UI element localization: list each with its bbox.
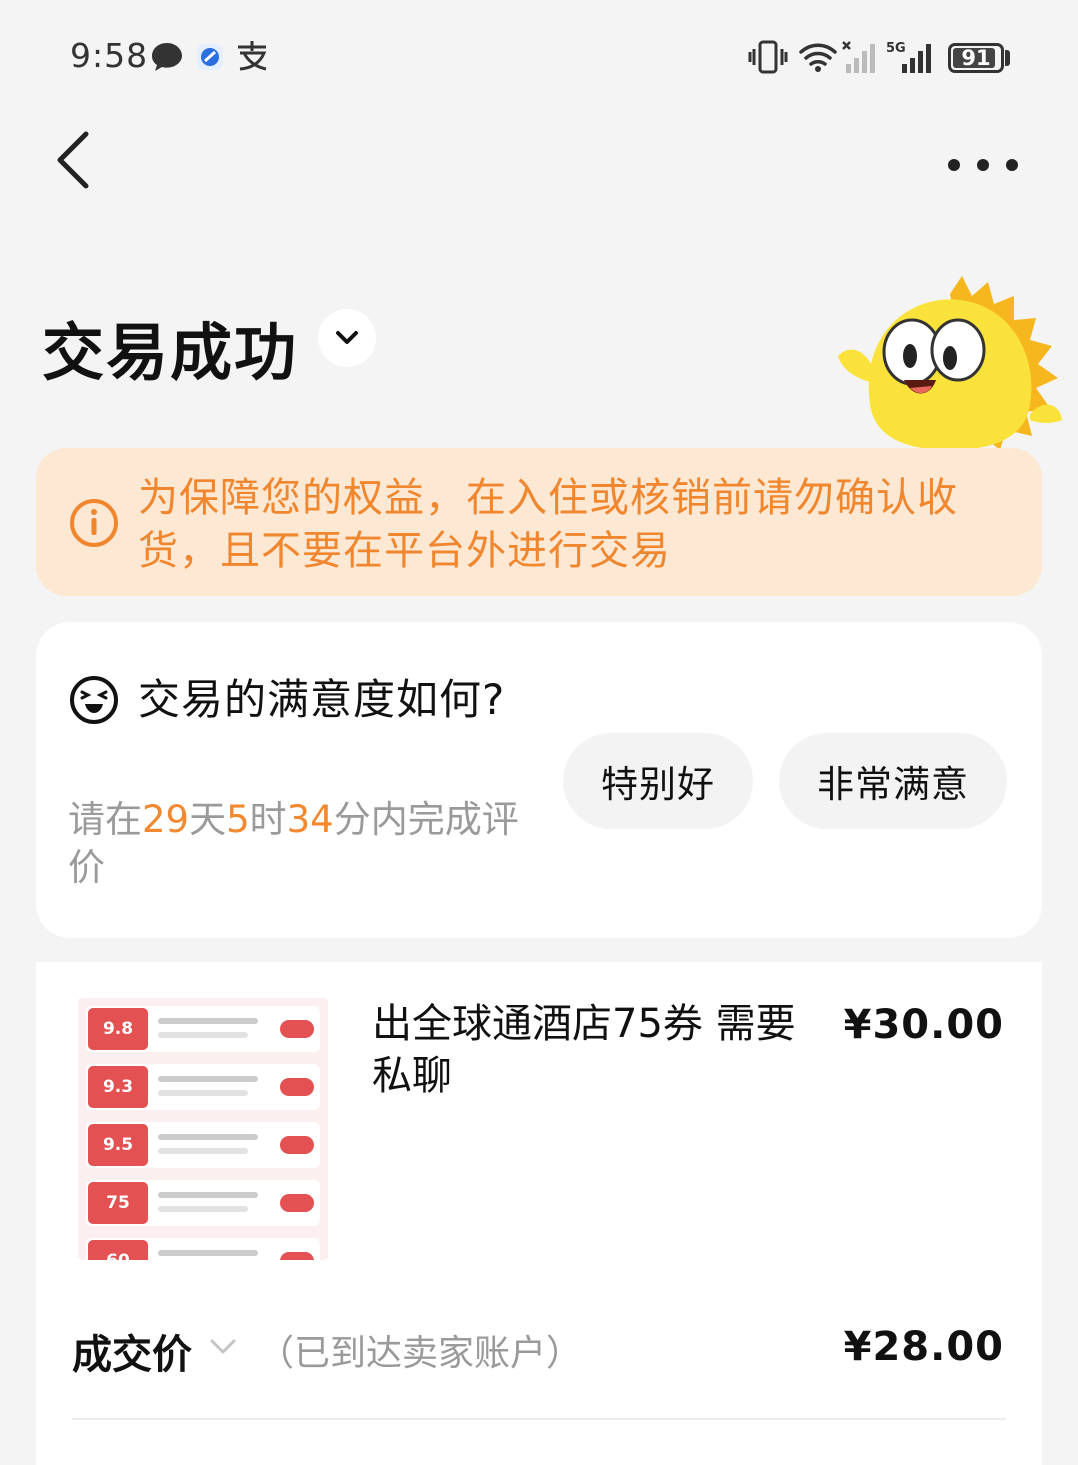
satisfaction-question: 交易的满意度如何?	[138, 675, 506, 724]
more-button[interactable]	[948, 148, 1018, 182]
mascot-illustration	[830, 274, 1070, 454]
status-time: 9:58	[70, 36, 149, 75]
alipay-icon	[234, 38, 270, 72]
svg-text:5G: 5G	[886, 41, 906, 56]
thumbnail-score: 9.8	[88, 1008, 148, 1050]
deadline-minutes: 34	[286, 798, 334, 841]
signal-5g-icon: 5G	[886, 40, 938, 74]
thumbnail-row: 9.3	[86, 1064, 320, 1110]
thumbnail-row: 9.5	[86, 1122, 320, 1168]
battery-level: 91	[961, 46, 991, 70]
thumbnail-score: 9.3	[88, 1066, 148, 1108]
deadline-hours-unit: 时	[249, 798, 287, 841]
signal-icon	[842, 40, 878, 74]
status-bar: 9:58 5G 91	[0, 0, 1078, 118]
battery-cap	[1005, 50, 1010, 66]
thumbnail-score: 9.5	[88, 1124, 148, 1166]
deal-price-value: ¥28.00	[843, 1324, 1004, 1370]
safety-notice-text: 为保障您的权益，在入住或核销前请勿确认收货，且不要在平台外进行交易	[138, 475, 958, 574]
thumbnail-row: 75	[86, 1180, 320, 1226]
more-dot	[977, 159, 989, 171]
product-title[interactable]: 出全球通酒店75券 需要私聊	[372, 998, 822, 1102]
divider	[72, 1418, 1006, 1420]
deadline-days-unit: 天	[189, 798, 227, 841]
rating-option-very-good[interactable]: 特别好	[563, 733, 753, 829]
status-expand-button[interactable]	[318, 309, 376, 367]
app-icon	[196, 40, 224, 74]
more-dot	[948, 159, 960, 171]
deadline-minutes-unit: 分	[333, 798, 371, 841]
emoji-face-icon	[68, 674, 120, 726]
message-icon	[150, 40, 184, 74]
thumbnail-score: 60	[88, 1240, 148, 1260]
product-thumbnail[interactable]: 9.8 9.3 9.5 75 60	[78, 998, 328, 1260]
thumbnail-row: 60	[86, 1238, 320, 1260]
thumbnail-score: 75	[88, 1182, 148, 1224]
deal-price-expand-button[interactable]	[206, 1334, 240, 1360]
deadline-days: 29	[142, 798, 190, 841]
deal-price-note: （已到达卖家账户）	[258, 1333, 583, 1374]
product-price: ¥30.00	[843, 1002, 1004, 1048]
deadline-prefix: 请在	[68, 798, 142, 841]
info-icon	[68, 497, 120, 549]
deal-price-label: 成交价	[72, 1332, 192, 1378]
chevron-left-icon	[57, 131, 89, 189]
thumbnail-row: 9.8	[86, 1006, 320, 1052]
deadline-hours: 5	[226, 798, 250, 841]
page-title: 交易成功	[42, 316, 299, 389]
vibrate-icon	[748, 40, 788, 74]
review-deadline: 请在29天5时34分内完成评价	[68, 796, 548, 892]
chevron-down-icon	[336, 331, 358, 344]
wifi-icon	[798, 40, 838, 74]
rating-option-very-satisfied[interactable]: 非常满意	[779, 733, 1007, 829]
back-button[interactable]	[50, 128, 100, 192]
chevron-down-icon	[210, 1339, 236, 1354]
battery-icon: 91	[948, 43, 1004, 73]
more-dot	[1006, 159, 1018, 171]
